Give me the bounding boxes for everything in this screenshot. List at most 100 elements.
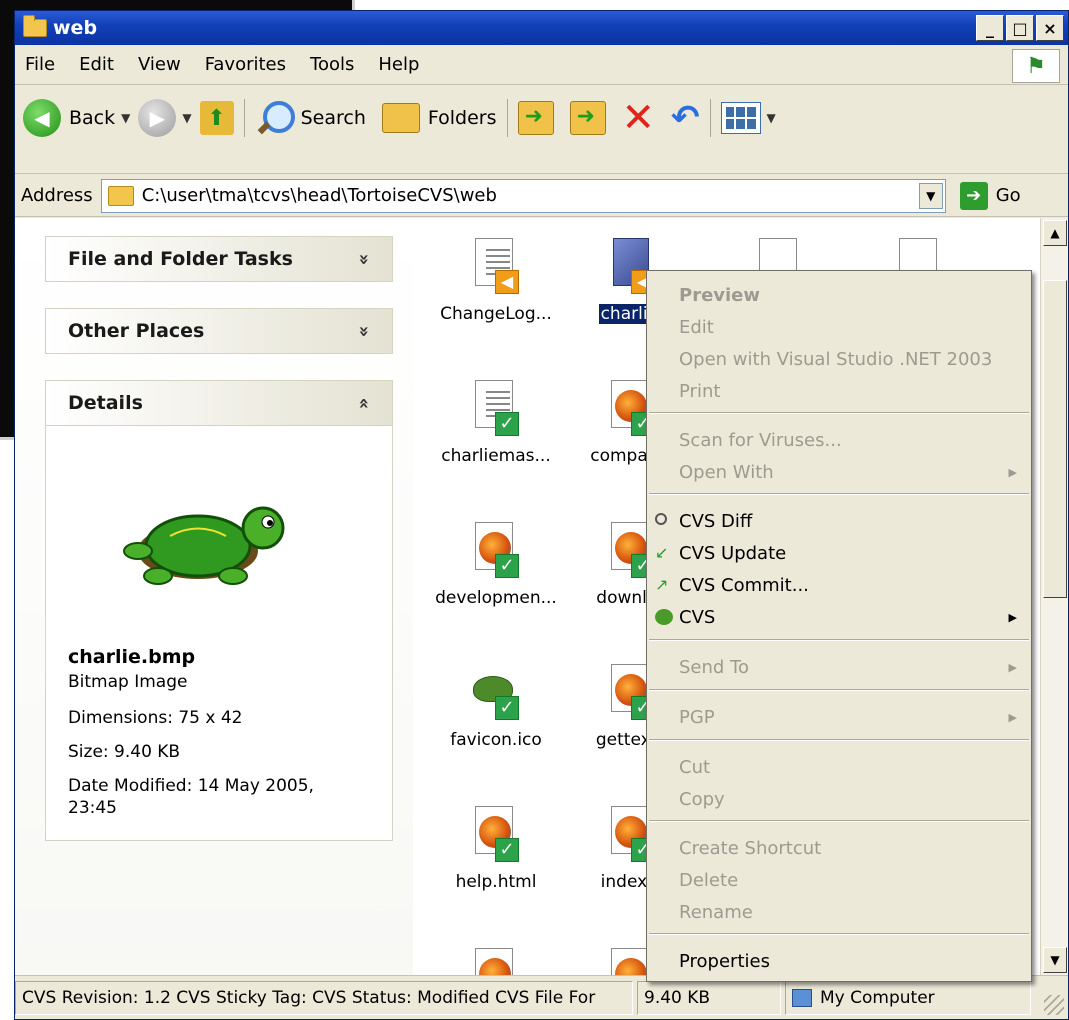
menu-favorites[interactable]: Favorites bbox=[205, 54, 286, 75]
status-location: My Computer bbox=[820, 987, 935, 1008]
submenu-arrow-icon: ▶ bbox=[1008, 465, 1017, 479]
maximize-button[interactable]: □ bbox=[1006, 15, 1034, 41]
forward-dropdown-icon[interactable]: ▼ bbox=[182, 111, 191, 125]
scroll-up-icon[interactable]: ▲ bbox=[1043, 220, 1067, 246]
file-name: charliemas... bbox=[441, 446, 551, 466]
update-arrow-icon: ↙ bbox=[655, 543, 669, 562]
details-dimensions: Dimensions: 75 x 42 bbox=[68, 708, 243, 728]
menu-view[interactable]: View bbox=[138, 54, 181, 75]
details-size: Size: 9.40 KB bbox=[68, 742, 181, 762]
menu-help[interactable]: Help bbox=[378, 54, 419, 75]
go-label: Go bbox=[995, 185, 1021, 206]
menu-item-rename[interactable]: Rename bbox=[647, 896, 1031, 928]
menu-separator bbox=[649, 933, 1029, 935]
file-name: help.html bbox=[455, 872, 537, 892]
views-dropdown-icon[interactable]: ▼ bbox=[767, 111, 776, 125]
other-places-title: Other Places bbox=[68, 320, 205, 342]
toolbar-separator bbox=[243, 99, 245, 137]
standard-toolbar: ◀ Back ▼ ▶ ▼ ⬆ Search Folders ✕ ↶ ▼ bbox=[15, 86, 1068, 174]
forward-arrow-icon[interactable]: ▶ bbox=[138, 99, 177, 137]
menu-separator bbox=[649, 412, 1029, 414]
close-button[interactable]: × bbox=[1036, 15, 1064, 41]
minimize-button[interactable]: _ bbox=[976, 15, 1004, 41]
go-button[interactable]: ➔ Go bbox=[959, 181, 1021, 210]
back-dropdown-icon[interactable]: ▼ bbox=[121, 111, 130, 125]
views-icon[interactable] bbox=[720, 102, 761, 134]
undo-icon[interactable]: ↶ bbox=[671, 98, 700, 138]
file-item[interactable]: ✓ developmen... bbox=[421, 522, 571, 608]
folders-icon[interactable] bbox=[381, 103, 420, 133]
folder-icon bbox=[23, 15, 47, 37]
back-arrow-icon[interactable]: ◀ bbox=[23, 99, 61, 137]
menu-item-open-with[interactable]: Open With ▶ bbox=[647, 456, 1031, 488]
menu-item-cut[interactable]: Cut bbox=[647, 751, 1031, 783]
details-header[interactable]: Details « bbox=[45, 380, 393, 426]
my-computer-icon bbox=[792, 988, 812, 1007]
magnifier-icon bbox=[655, 513, 667, 525]
menu-item-scan-viruses[interactable]: Scan for Viruses... bbox=[647, 424, 1031, 456]
submenu-arrow-icon: ▶ bbox=[1008, 610, 1017, 624]
search-icon[interactable] bbox=[255, 99, 295, 137]
cvs-uptodate-icon: ✓ bbox=[495, 554, 519, 578]
search-button-label[interactable]: Search bbox=[301, 107, 366, 129]
scroll-down-icon[interactable]: ▼ bbox=[1043, 947, 1067, 973]
go-arrow-icon: ➔ bbox=[959, 181, 988, 210]
menu-tools[interactable]: Tools bbox=[310, 54, 354, 75]
menu-separator bbox=[649, 639, 1029, 641]
back-button-label[interactable]: Back bbox=[69, 107, 115, 129]
file-folder-tasks-header[interactable]: File and Folder Tasks » bbox=[45, 236, 393, 282]
turtle-icon bbox=[655, 609, 673, 625]
expand-chevron-icon[interactable]: » bbox=[354, 253, 375, 265]
menu-item-create-shortcut[interactable]: Create Shortcut bbox=[647, 832, 1031, 864]
menu-item-preview[interactable]: Preview bbox=[647, 279, 1031, 311]
status-info: CVS Revision: 1.2 CVS Sticky Tag: CVS St… bbox=[15, 980, 633, 1015]
folders-button-label[interactable]: Folders bbox=[428, 107, 497, 129]
delete-icon[interactable]: ✕ bbox=[622, 98, 656, 138]
expand-chevron-icon[interactable]: » bbox=[354, 325, 375, 337]
menu-item-pgp[interactable]: PGP ▶ bbox=[647, 701, 1031, 733]
move-to-icon[interactable] bbox=[517, 101, 554, 135]
cvs-uptodate-icon: ✓ bbox=[495, 838, 519, 862]
menu-item-print[interactable]: Print bbox=[647, 375, 1031, 407]
resize-grip-icon[interactable] bbox=[1044, 995, 1064, 1015]
folder-icon bbox=[107, 185, 134, 206]
menu-file[interactable]: File bbox=[25, 54, 55, 75]
other-places-panel: Other Places » bbox=[45, 308, 393, 354]
file-item[interactable]: ✓ favicon.ico bbox=[421, 664, 571, 750]
cvs-uptodate-icon: ✓ bbox=[495, 412, 519, 436]
menu-item-cvs[interactable]: CVS ▶ bbox=[647, 601, 1031, 633]
folder-up-icon[interactable]: ⬆ bbox=[199, 101, 234, 135]
details-panel: Details « charlie.bmp Bitmap Image Dimen… bbox=[45, 380, 393, 841]
menu-separator bbox=[649, 689, 1029, 691]
vertical-scrollbar[interactable]: ▲ ▼ bbox=[1040, 218, 1068, 975]
copy-to-icon[interactable] bbox=[569, 101, 606, 135]
menu-item-edit[interactable]: Edit bbox=[647, 311, 1031, 343]
menu-item-send-to[interactable]: Send To ▶ bbox=[647, 651, 1031, 683]
scroll-thumb[interactable] bbox=[1043, 280, 1067, 598]
details-date-modified: Date Modified: 14 May 2005, bbox=[68, 776, 314, 796]
file-item[interactable]: ✓ help.html bbox=[421, 806, 571, 892]
window-controls: _ □ × bbox=[976, 15, 1064, 41]
file-folder-tasks-panel: File and Folder Tasks » bbox=[45, 236, 393, 282]
menu-item-cvs-update[interactable]: ↙ CVS Update bbox=[647, 537, 1031, 569]
menu-item-copy[interactable]: Copy bbox=[647, 783, 1031, 815]
menu-separator bbox=[649, 739, 1029, 741]
menu-edit[interactable]: Edit bbox=[79, 54, 114, 75]
menu-bar: File Edit View Favorites Tools Help bbox=[15, 45, 1068, 85]
menu-item-cvs-diff[interactable]: CVS Diff bbox=[647, 505, 1031, 537]
collapse-chevron-icon[interactable]: « bbox=[354, 397, 375, 409]
title-bar[interactable]: web _ □ × bbox=[15, 11, 1068, 45]
details-body: charlie.bmp Bitmap Image Dimensions: 75 … bbox=[45, 426, 393, 841]
menu-item-cvs-commit[interactable]: ↗ CVS Commit... bbox=[647, 569, 1031, 601]
address-dropdown-icon[interactable]: ▼ bbox=[918, 182, 943, 209]
file-item[interactable]: ◀ ChangeLog... bbox=[421, 238, 571, 324]
menu-item-open-with-visual-studio[interactable]: Open with Visual Studio .NET 2003 bbox=[647, 343, 1031, 375]
commit-arrow-icon: ↗ bbox=[655, 575, 669, 594]
menu-item-delete[interactable]: Delete bbox=[647, 864, 1031, 896]
file-item[interactable]: ✓ charliemas... bbox=[421, 380, 571, 466]
status-size: 9.40 KB bbox=[637, 980, 781, 1015]
menu-item-properties[interactable]: Properties bbox=[647, 945, 1031, 977]
address-input[interactable]: C:\user\tma\tcvs\head\TortoiseCVS\web ▼ bbox=[100, 178, 946, 213]
other-places-header[interactable]: Other Places » bbox=[45, 308, 393, 354]
details-filename: charlie.bmp bbox=[68, 646, 196, 668]
